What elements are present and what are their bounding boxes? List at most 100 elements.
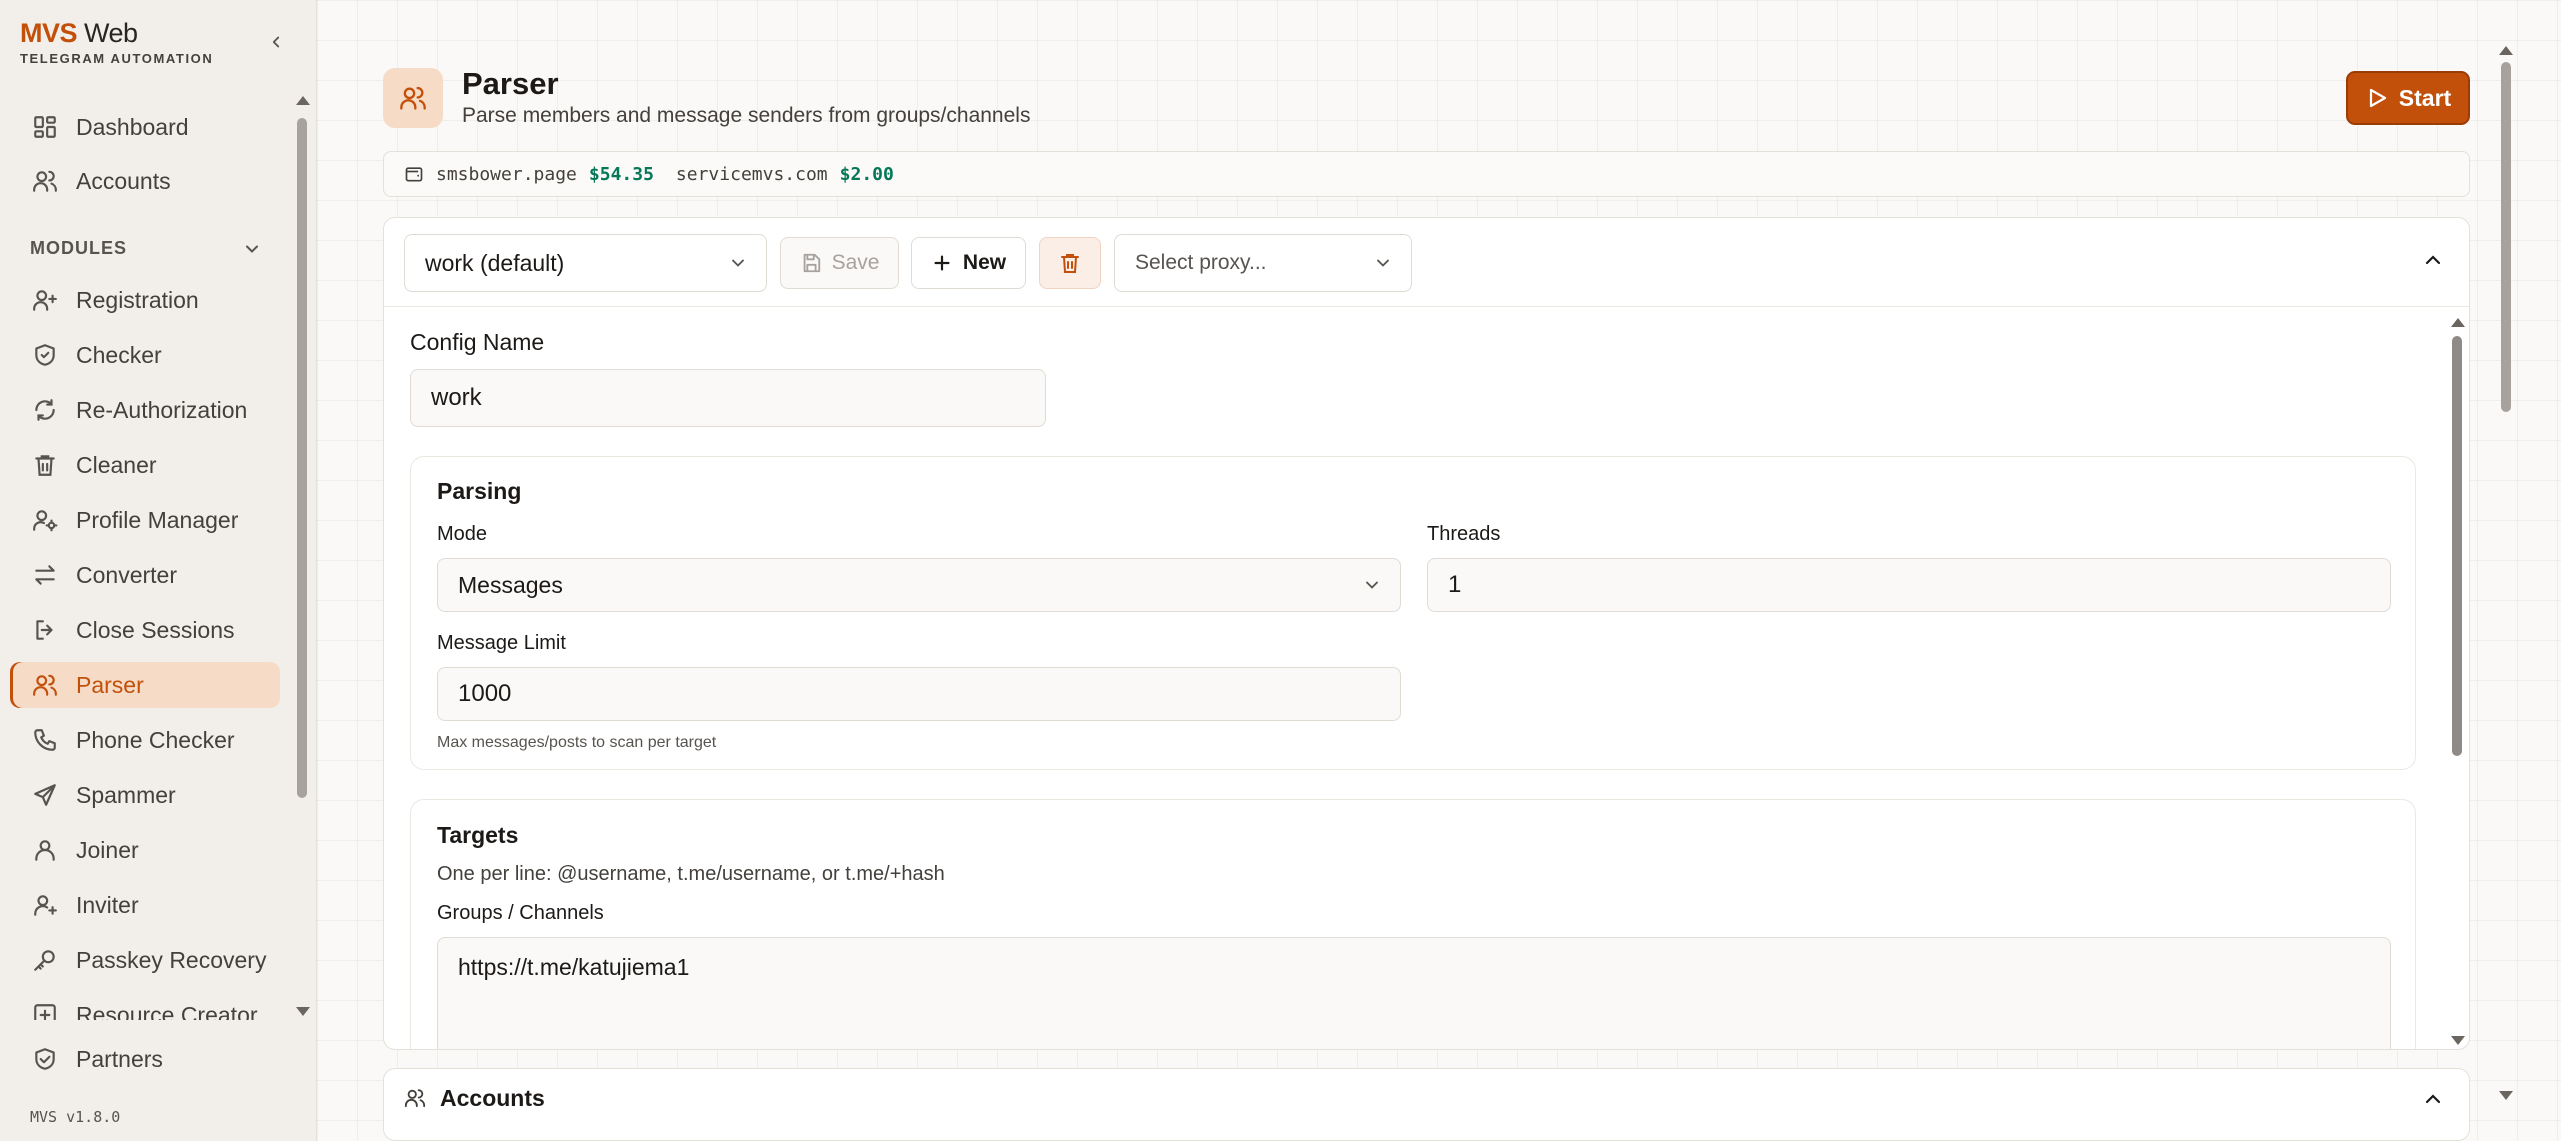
mode-label: Mode (437, 523, 488, 545)
mode-select-value: Messages (458, 571, 563, 598)
balance-host: smsbower.page (436, 163, 577, 185)
sidebar-item-label: Joiner (76, 836, 139, 863)
sidebar-item-label: Resource Creator (76, 1001, 258, 1021)
phone-icon (34, 729, 56, 751)
sidebar-item-converter[interactable]: Converter (10, 552, 280, 598)
brand-name-a: MVS (20, 18, 78, 48)
key-icon (34, 950, 55, 971)
balance-bar: smsbower.page $54.35 servicemvs.com $2.0… (383, 151, 2470, 197)
collapse-sidebar-button[interactable] (264, 30, 288, 54)
sidebar-item-label: Phone Checker (76, 726, 235, 753)
chevron-up-icon (2425, 255, 2441, 265)
new-config-button[interactable]: New (911, 237, 1026, 289)
config-name-label: Config Name (410, 329, 545, 355)
message-limit-value: 1000 (458, 680, 512, 707)
sidebar-item-label: Profile Manager (76, 506, 239, 533)
scrollbar-thumb[interactable] (297, 118, 307, 798)
config-scrollbar[interactable] (2447, 310, 2467, 1045)
scroll-down-arrow-icon[interactable] (2451, 1036, 2465, 1045)
sidebar-item-profile-manager[interactable]: Profile Manager (10, 497, 280, 543)
plus-icon (934, 255, 950, 271)
user-plus-icon (33, 290, 57, 311)
sidebar-item-inviter[interactable]: Inviter (10, 882, 280, 928)
sidebar-item-checker[interactable]: Checker (10, 332, 280, 378)
config-name-input[interactable]: work (410, 369, 1046, 427)
sidebar-item-label: Partners (76, 1045, 163, 1072)
modules-section-label: MODULES (30, 238, 127, 258)
handshake-icon (35, 1048, 55, 1070)
brand-title: MVS Web (20, 18, 213, 48)
scrollbar-thumb[interactable] (2452, 336, 2462, 756)
chevron-down-icon (732, 259, 744, 267)
chevron-down-icon (1366, 581, 1378, 589)
scroll-down-arrow-icon[interactable] (296, 1007, 310, 1016)
balance-amount: $54.35 (588, 163, 654, 185)
scroll-up-arrow-icon[interactable] (2451, 318, 2465, 327)
chevron-down-icon (1377, 259, 1389, 267)
scroll-up-arrow-icon[interactable] (296, 96, 310, 105)
sidebar-item-label: Parser (76, 671, 144, 698)
sidebar: MVS Web TELEGRAM AUTOMATION Dashboard Ac… (0, 0, 317, 1141)
sidebar-item-label: Checker (76, 341, 162, 368)
config-select[interactable]: work (default) (404, 234, 767, 292)
start-button[interactable]: Start (2346, 71, 2470, 125)
sidebar-item-accounts[interactable]: Accounts (10, 158, 280, 204)
trash-icon (1061, 254, 1079, 273)
groups-channels-textarea[interactable]: https://t.me/katujiema1 (437, 937, 2391, 1049)
config-select-value: work (default) (425, 249, 565, 276)
sidebar-item-dashboard[interactable]: Dashboard (10, 104, 280, 150)
sidebar-item-spammer[interactable]: Spammer (10, 772, 280, 818)
app-version: MVS v1.8.0 (30, 1108, 121, 1126)
sidebar-item-parser[interactable]: Parser (10, 662, 280, 708)
page-icon (383, 68, 443, 128)
targets-section: Targets One per line: @username, t.me/us… (410, 799, 2416, 1049)
delete-config-button[interactable] (1039, 237, 1101, 289)
send-icon (34, 784, 56, 806)
message-limit-input[interactable]: 1000 (437, 667, 1401, 721)
chevron-up-icon[interactable] (2421, 1087, 2445, 1111)
sidebar-item-partners[interactable]: Partners (10, 1036, 280, 1082)
proxy-select[interactable]: Select proxy... (1114, 234, 1412, 292)
modules-section-toggle[interactable]: MODULES (30, 238, 262, 259)
sidebar-item-cleaner[interactable]: Cleaner (10, 442, 280, 488)
main-scrollbar[interactable] (2495, 40, 2517, 1100)
balance-host: servicemvs.com (675, 163, 828, 185)
start-button-label: Start (2398, 84, 2452, 111)
scroll-up-arrow-icon[interactable] (2499, 46, 2513, 55)
brand-logo: MVS Web TELEGRAM AUTOMATION (20, 18, 213, 66)
chevron-down-icon (246, 245, 258, 253)
scroll-down-arrow-icon[interactable] (2499, 1091, 2513, 1100)
groups-channels-value: https://t.me/katujiema1 (458, 954, 690, 980)
config-toolbar: work (default) Save New Select proxy... (384, 218, 2469, 307)
wallet-icon (405, 167, 423, 182)
shield-check-icon (35, 344, 55, 366)
sidebar-item-label: Cleaner (76, 451, 157, 478)
sidebar-item-label: Accounts (76, 167, 171, 194)
page-subtitle: Parse members and message senders from g… (462, 104, 1031, 127)
sidebar-item-passkey-recovery[interactable]: Passkey Recovery (10, 937, 280, 983)
save-button-label: Save (831, 251, 880, 274)
config-form: Config Name work Parsing Mode Messages T… (384, 307, 2469, 1049)
dashboard-icon (34, 116, 56, 138)
scrollbar-thumb[interactable] (2501, 62, 2511, 412)
sidebar-item-resource-creator[interactable]: Resource Creator (10, 992, 280, 1020)
sidebar-item-re-authorization[interactable]: Re-Authorization (10, 387, 280, 433)
arrows-swap-icon (35, 565, 55, 585)
sidebar-item-close-sessions[interactable]: Close Sessions (10, 607, 280, 653)
collapse-config-button[interactable] (2421, 248, 2445, 277)
sidebar-item-registration[interactable]: Registration (10, 277, 280, 323)
sidebar-scrollbar[interactable] (290, 90, 312, 1020)
mode-select[interactable]: Messages (437, 558, 1401, 612)
save-button[interactable]: Save (780, 237, 899, 289)
threads-input[interactable]: 1 (1427, 558, 2391, 612)
chevron-left-icon (272, 36, 280, 48)
users-icon (404, 1089, 426, 1108)
sidebar-item-phone-checker[interactable]: Phone Checker (10, 717, 280, 763)
accounts-card[interactable]: Accounts (383, 1068, 2470, 1141)
user-icon (35, 840, 55, 861)
sidebar-item-label: Close Sessions (76, 616, 235, 643)
sidebar-item-joiner[interactable]: Joiner (10, 827, 280, 873)
users-icon (400, 86, 426, 110)
proxy-select-placeholder: Select proxy... (1135, 251, 1267, 274)
page-title: Parser (462, 66, 559, 101)
